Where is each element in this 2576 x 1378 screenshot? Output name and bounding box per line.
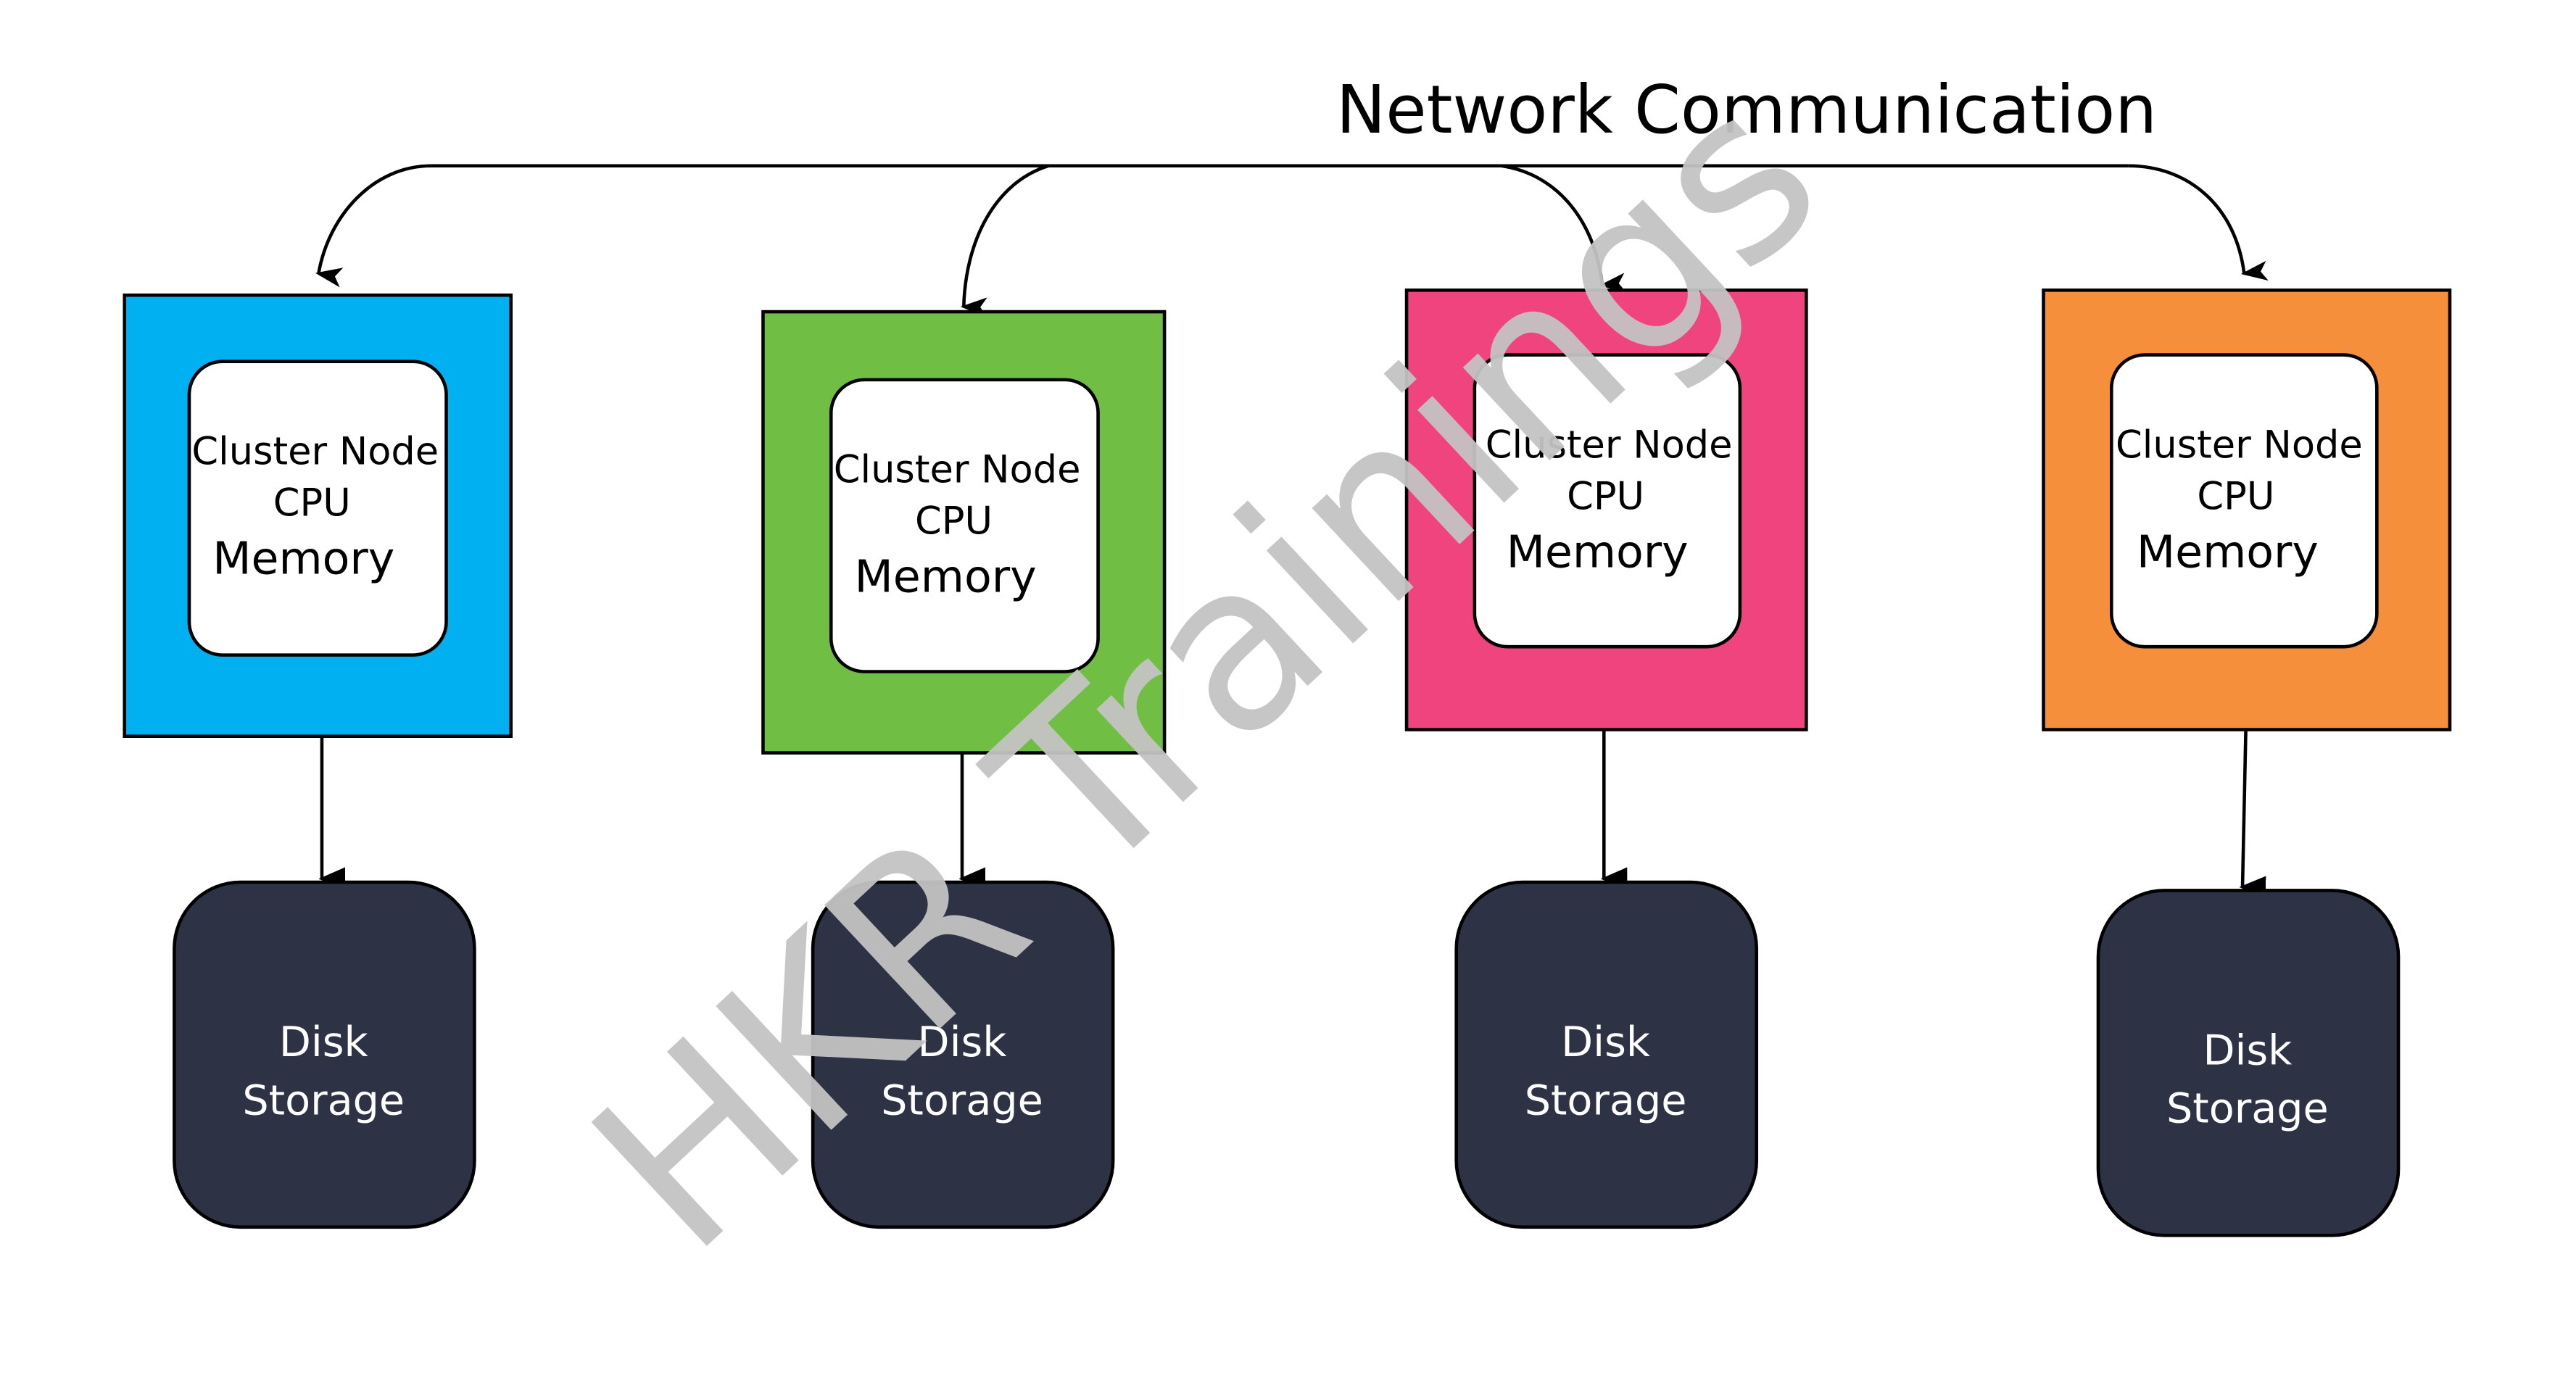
network-arrow [2128,164,2269,281]
cluster-diagram: Network Communication Cluster NodeCPUMem… [123,41,2452,1301]
disk-label: Storage [1525,1076,1687,1124]
node-label-line1: Cluster Node [2116,423,2363,467]
storage-arrow [2239,729,2266,900]
node-label-line3: Memory [212,533,394,585]
node-label-line3: Memory [855,551,1037,603]
disk-label: Disk [1561,1018,1650,1066]
disk-label: Disk [2203,1027,2292,1075]
node-label-line2: CPU [273,481,351,525]
network-bus [315,164,2269,317]
disk-label: Storage [2166,1085,2329,1133]
disk-label: Storage [242,1076,405,1124]
node-label-line2: CPU [2197,474,2274,518]
node-label-line1: Cluster Node [834,448,1081,492]
node-label-line1: Cluster Node [191,430,439,474]
node-label-line3: Memory [2137,526,2319,578]
cluster-node-4: Cluster Node CPU Memory Disk Storage [2042,289,2452,1237]
network-arrow [315,164,431,288]
node-label-line2: CPU [915,499,993,544]
disk-label: Disk [279,1018,368,1066]
cluster-node-1: Cluster Node CPU Memory Disk Storage [123,293,513,1229]
network-arrow [960,164,1049,317]
